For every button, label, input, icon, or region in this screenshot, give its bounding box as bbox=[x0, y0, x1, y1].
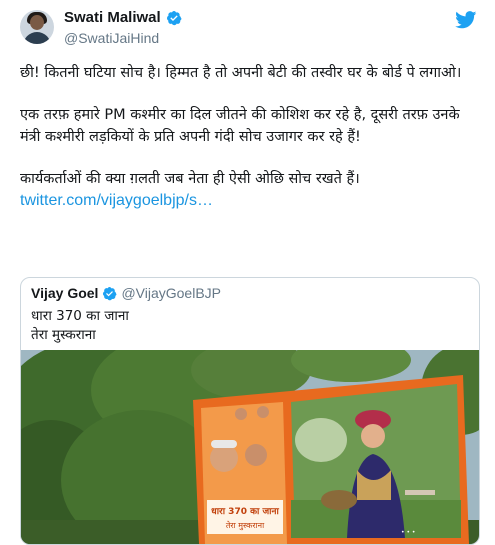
quoted-author-row: Vijay Goel @VijayGoelBJP bbox=[31, 285, 221, 301]
billboard-text-1: धारा 370 का जाना bbox=[211, 507, 279, 517]
author-avatar[interactable] bbox=[20, 10, 54, 44]
tweet-paragraph: छी! कितनी घटिया सोच है। हिम्मत है तो अपन… bbox=[20, 65, 462, 81]
quoted-text-line-1: धारा 370 का जाना bbox=[31, 308, 129, 324]
verified-badge-icon bbox=[166, 10, 182, 25]
tweet-body: छी! कितनी घटिया सोच है। हिम्मत है तो अपन… bbox=[20, 62, 482, 212]
billboard-text-2: तेरा मुस्कराना bbox=[226, 520, 265, 531]
twitter-bird-icon[interactable] bbox=[455, 11, 477, 29]
tweet-link[interactable]: twitter.com/vijaygoelbjp/s… bbox=[20, 190, 482, 212]
author-name-row: Swati Maliwal bbox=[64, 9, 182, 26]
author-name[interactable]: Swati Maliwal bbox=[64, 9, 161, 26]
verified-badge-icon bbox=[103, 286, 118, 300]
quoted-tweet-card[interactable]: Vijay Goel @VijayGoelBJP धारा 370 का जान… bbox=[20, 277, 480, 545]
author-handle[interactable]: @SwatiJaiHind bbox=[64, 30, 159, 46]
quoted-author-handle[interactable]: @VijayGoelBJP bbox=[121, 285, 221, 301]
tweet-paragraph: कार्यकर्ताओं की क्या ग़लती जब नेता ही ऐस… bbox=[20, 171, 360, 187]
quoted-text-line-2: तेरा मुस्कराना bbox=[31, 327, 96, 343]
quoted-tweet-photo[interactable]: धारा 370 का जाना तेरा मुस्कराना • • • bbox=[21, 350, 479, 544]
tweet-paragraph: एक तरफ़ हमारे PM कश्मीर का दिल जीतने की … bbox=[20, 107, 465, 145]
quoted-author-name[interactable]: Vijay Goel bbox=[31, 285, 98, 301]
